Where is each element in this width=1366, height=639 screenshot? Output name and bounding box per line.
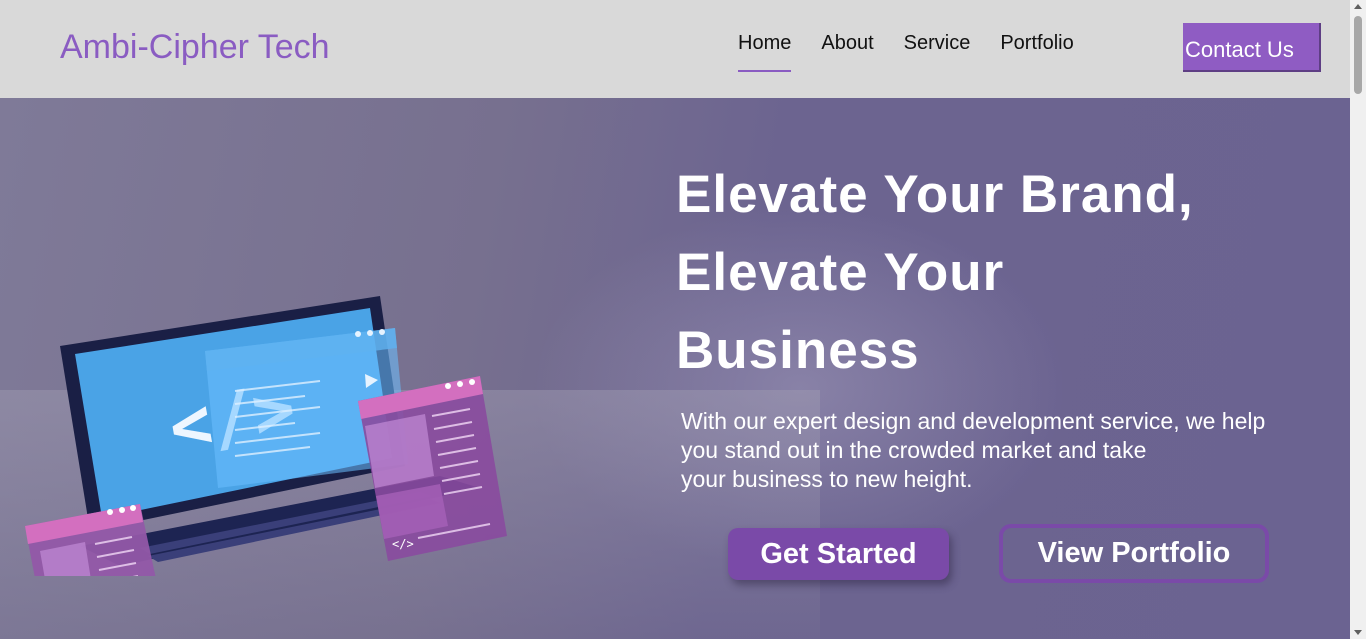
scroll-up-arrow-icon[interactable] [1354, 4, 1362, 9]
navbar: Ambi-Cipher Tech Home About Service Port… [0, 0, 1350, 98]
hero-description: With our expert design and development s… [681, 407, 1331, 494]
nav-link-about[interactable]: About [821, 32, 873, 72]
page-scrollbar[interactable] [1350, 0, 1366, 639]
right-code-window: </> [358, 376, 507, 561]
nav-link-service[interactable]: Service [904, 32, 971, 72]
hero-title-line-1: Elevate Your Brand, [676, 165, 1194, 224]
hero-title-line-2: Elevate Your [676, 243, 1005, 302]
hero-description-line-1: With our expert design and development s… [681, 408, 1266, 434]
laptop-code-illustration: </> [25, 296, 507, 576]
contact-us-button[interactable]: Contact Us [1183, 23, 1321, 72]
scroll-thumb[interactable] [1354, 16, 1362, 94]
hero-section: </> Elevate Your Brand, Elevate Your Bus… [0, 98, 1350, 639]
get-started-button[interactable]: Get Started [728, 528, 949, 580]
view-portfolio-button[interactable]: View Portfolio [999, 524, 1269, 583]
nav-link-home[interactable]: Home [738, 32, 792, 72]
hero-title-line-3: Business [676, 321, 920, 380]
brand-logo-text[interactable]: Ambi-Cipher Tech [60, 28, 330, 67]
hero-description-line-3: your business to new height. [681, 466, 973, 492]
main-nav: Home About Service Portfolio [738, 32, 1104, 72]
hero-title: Elevate Your Brand, Elevate Your Busines… [676, 156, 1316, 390]
small-code-glyph: </> [392, 537, 414, 551]
nav-link-portfolio[interactable]: Portfolio [1000, 32, 1073, 72]
hero-description-line-2: you stand out in the crowded market and … [681, 437, 1147, 463]
scroll-down-arrow-icon[interactable] [1354, 630, 1362, 635]
